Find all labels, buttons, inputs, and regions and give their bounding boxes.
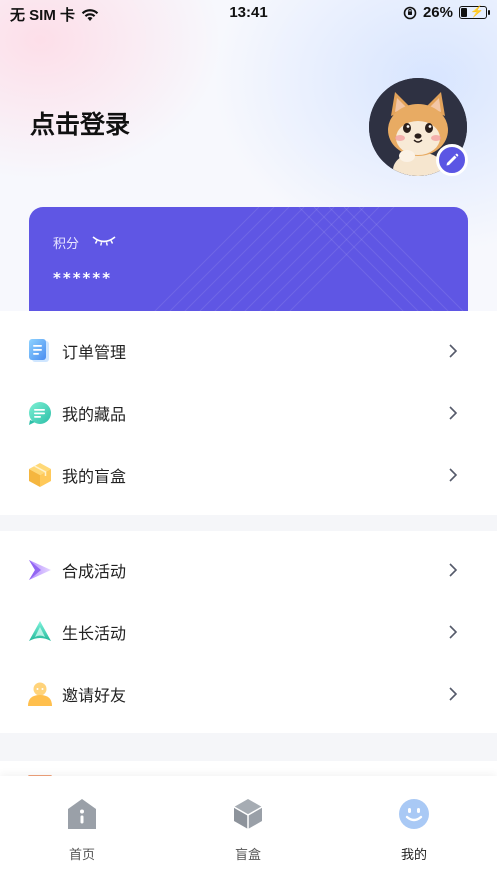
menu-item-synthesis-activity[interactable]: 合成活动 <box>0 539 497 601</box>
menu-label: 我的藏品 <box>62 405 127 424</box>
points-card[interactable]: 积分 ****** <box>29 207 468 317</box>
tab-home[interactable]: 首页 <box>42 798 122 863</box>
charging-bolt-icon: ⚡ <box>470 6 484 18</box>
points-label: 积分 <box>53 237 80 252</box>
tab-mine[interactable]: 我的 <box>374 798 454 863</box>
rotation-lock-icon <box>403 6 417 19</box>
box-icon <box>233 799 263 829</box>
menu-item-growth-activity[interactable]: 生长活动 <box>0 601 497 663</box>
menu-item-my-collection[interactable]: 我的藏品 <box>0 382 497 444</box>
smiley-face-icon <box>399 799 429 829</box>
battery-percent: 26% <box>422 4 453 21</box>
battery-icon: ⚡ <box>459 6 490 19</box>
chevron-right-icon <box>449 687 458 701</box>
tab-bar: 首页 盲盒 我的 <box>0 776 497 883</box>
growth-leaf-icon <box>29 621 51 641</box>
menu-item-invite-friends[interactable]: 邀请好友 <box>0 663 497 725</box>
tab-label: 盲盒 <box>234 848 261 863</box>
blind-box-cube-icon <box>29 463 51 487</box>
home-icon <box>68 799 96 829</box>
menu-item-my-blind-box[interactable]: 我的盲盒 <box>0 444 497 506</box>
menu-item-order-management[interactable]: 订单管理 <box>0 320 497 382</box>
chevron-right-icon <box>449 468 458 482</box>
eye-closed-icon[interactable] <box>92 235 116 247</box>
status-bar: 无 SIM 卡 13:41 26% ⚡ <box>0 0 497 26</box>
points-value: ****** <box>53 269 113 287</box>
chevron-right-icon <box>449 625 458 639</box>
chevron-right-icon <box>449 406 458 420</box>
battery-fill <box>461 8 467 17</box>
pencil-icon <box>446 153 459 166</box>
menu-group-orders: 订单管理 我的藏品 我的盲盒 <box>0 311 497 515</box>
chevron-right-icon <box>449 344 458 358</box>
menu-label: 合成活动 <box>62 562 127 581</box>
collection-chat-icon <box>29 402 51 425</box>
order-doc-icon <box>29 339 49 362</box>
card-pattern <box>148 207 468 317</box>
menu-label: 订单管理 <box>62 343 127 362</box>
login-button[interactable]: 点击登录 <box>30 105 130 141</box>
menu-label: 生长活动 <box>62 624 127 643</box>
invite-friend-icon <box>28 682 52 706</box>
edit-avatar-button[interactable] <box>436 144 468 176</box>
synthesis-arrow-icon <box>29 560 51 580</box>
status-right: 26% ⚡ <box>403 4 490 21</box>
tab-label: 我的 <box>400 848 427 863</box>
menu-label: 邀请好友 <box>62 686 127 705</box>
menu-group-activities: 合成活动 生长活动 邀请好友 <box>0 531 497 733</box>
tab-blind-box[interactable]: 盲盒 <box>208 798 288 863</box>
menu-label: 我的盲盒 <box>62 467 127 486</box>
chevron-right-icon <box>449 563 458 577</box>
tab-label: 首页 <box>68 848 95 863</box>
